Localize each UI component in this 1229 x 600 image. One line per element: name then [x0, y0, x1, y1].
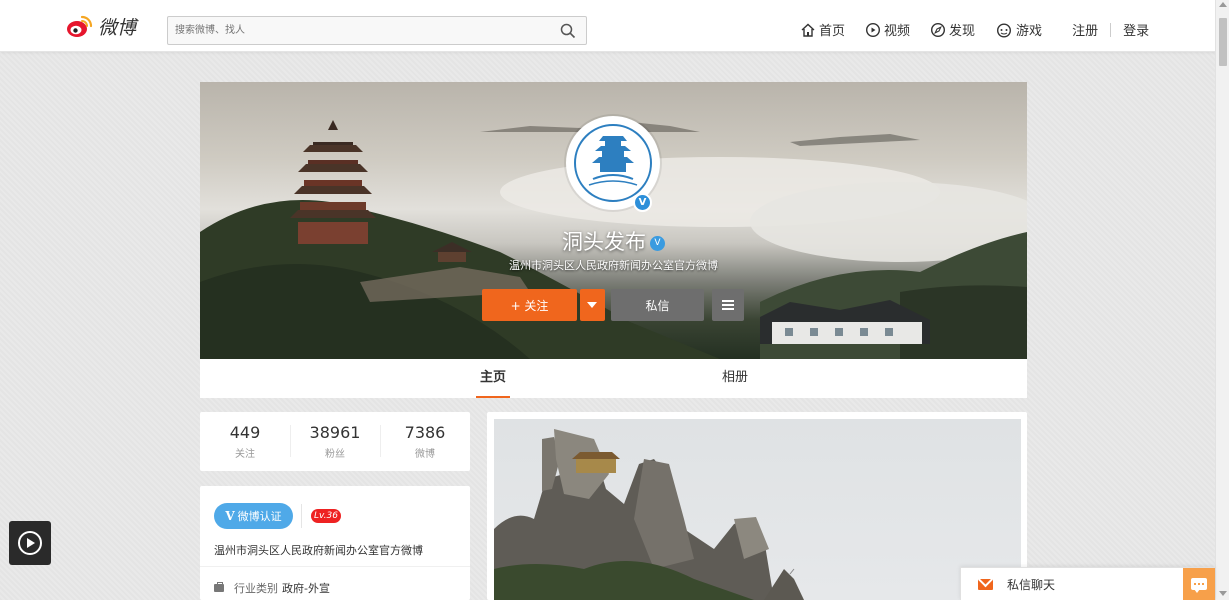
menu-icon-bar [722, 304, 734, 306]
weibo-logo[interactable]: 微博 [66, 12, 136, 40]
stat-following-label: 关注 [235, 449, 255, 460]
play-triangle [27, 538, 35, 548]
home-icon [801, 23, 815, 37]
mail-icon [978, 579, 993, 590]
level-badge[interactable]: Lv.36 [311, 509, 341, 523]
scroll-up-icon[interactable] [1219, 2, 1227, 7]
login-link[interactable]: 登录 [1123, 20, 1149, 39]
stat-followers[interactable]: 38961 粉丝 [290, 423, 380, 460]
verify-badge[interactable]: V 微博认证 [214, 503, 293, 529]
more-menu-button[interactable] [712, 289, 744, 321]
nav-video[interactable]: 视频 [865, 20, 910, 39]
tab-home[interactable]: 主页 [476, 359, 510, 398]
register-link[interactable]: 注册 [1072, 20, 1098, 39]
stat-followers-count: 38961 [309, 423, 361, 442]
stat-following[interactable]: 449 关注 [200, 423, 290, 460]
video-player-toggle[interactable] [9, 521, 51, 565]
menu-icon-bar [722, 308, 734, 310]
chat-icon [1191, 578, 1207, 593]
feed-card [487, 412, 1027, 600]
chat-bar[interactable]: 私信聊天 [960, 567, 1215, 600]
search-input[interactable] [168, 17, 548, 44]
compass-icon [931, 22, 946, 37]
industry-value: 政府-外宣 [282, 582, 330, 595]
info-divider [301, 504, 302, 528]
message-button[interactable]: 私信 [611, 289, 704, 321]
search-icon[interactable] [560, 23, 576, 39]
nav-game-label: 游戏 [1016, 24, 1043, 39]
profile-name: 洞头发布 V [200, 226, 1027, 256]
profile-description: 温州市洞头区人民政府新闻办公室官方微博 [509, 259, 718, 272]
briefcase-icon [214, 582, 224, 592]
nav-links: 首页 视频 发现 游戏 注册 登录 [800, 20, 1149, 39]
rock-landscape-image [494, 429, 804, 600]
weibo-logo-icon [67, 15, 93, 37]
industry-row: 行业类别 政府-外宣 [214, 580, 330, 596]
stats-card: 449 关注 38961 粉丝 7386 微博 [200, 412, 470, 471]
nav-video-label: 视频 [884, 24, 911, 39]
info-description: 温州市洞头区人民政府新闻办公室官方微博 [214, 544, 423, 557]
chat-dot [1202, 583, 1204, 585]
scroll-down-icon[interactable] [1219, 591, 1227, 596]
stat-weibo-count: 7386 [404, 423, 446, 442]
game-icon [997, 22, 1012, 38]
nav-game[interactable]: 游戏 [995, 20, 1042, 39]
stat-followers-label: 粉丝 [325, 449, 345, 460]
verified-v-icon: V [225, 509, 235, 523]
search-box [167, 16, 587, 45]
chat-open-button[interactable] [1183, 568, 1215, 600]
post-photo[interactable] [494, 419, 1021, 600]
verified-icon: V [650, 235, 665, 251]
logo-text: 微博 [98, 16, 137, 39]
info-separator [200, 566, 470, 567]
caret-down-icon [587, 302, 597, 308]
avatar-verified-icon: V [633, 193, 652, 212]
nav-home-label: 首页 [819, 24, 846, 39]
top-nav: 微博 首页 视频 发现 [0, 0, 1215, 52]
profile-name-text: 洞头发布 [562, 230, 646, 254]
info-card: V 微博认证 Lv.36 温州市洞头区人民政府新闻办公室官方微博 行业类别 政府-… [200, 486, 470, 600]
nav-home[interactable]: 首页 [800, 20, 845, 39]
stat-weibo[interactable]: 7386 微博 [380, 423, 470, 460]
stat-weibo-label: 微博 [415, 449, 435, 460]
follow-button[interactable]: + 关注 [482, 289, 577, 321]
chat-dot [1198, 583, 1200, 585]
profile-tabs: 主页 相册 [200, 359, 1027, 398]
tab-album[interactable]: 相册 [710, 359, 760, 398]
verify-label: 微博认证 [237, 510, 282, 523]
nav-discover-label: 发现 [949, 24, 976, 39]
follow-options-button[interactable] [580, 289, 605, 321]
video-icon [866, 22, 881, 37]
page-scrollbar[interactable] [1215, 0, 1229, 600]
chat-label: 私信聊天 [1007, 578, 1056, 592]
profile-cover: V 洞头发布 V 温州市洞头区人民政府新闻办公室官方微博 + 关注 私信 [200, 82, 1027, 359]
menu-icon [722, 300, 734, 302]
industry-label: 行业类别 [234, 582, 278, 595]
nav-discover[interactable]: 发现 [930, 20, 975, 39]
chat-dot [1194, 583, 1196, 585]
scroll-thumb[interactable] [1219, 18, 1227, 66]
stat-following-count: 449 [229, 423, 261, 442]
nav-divider [1110, 22, 1112, 37]
